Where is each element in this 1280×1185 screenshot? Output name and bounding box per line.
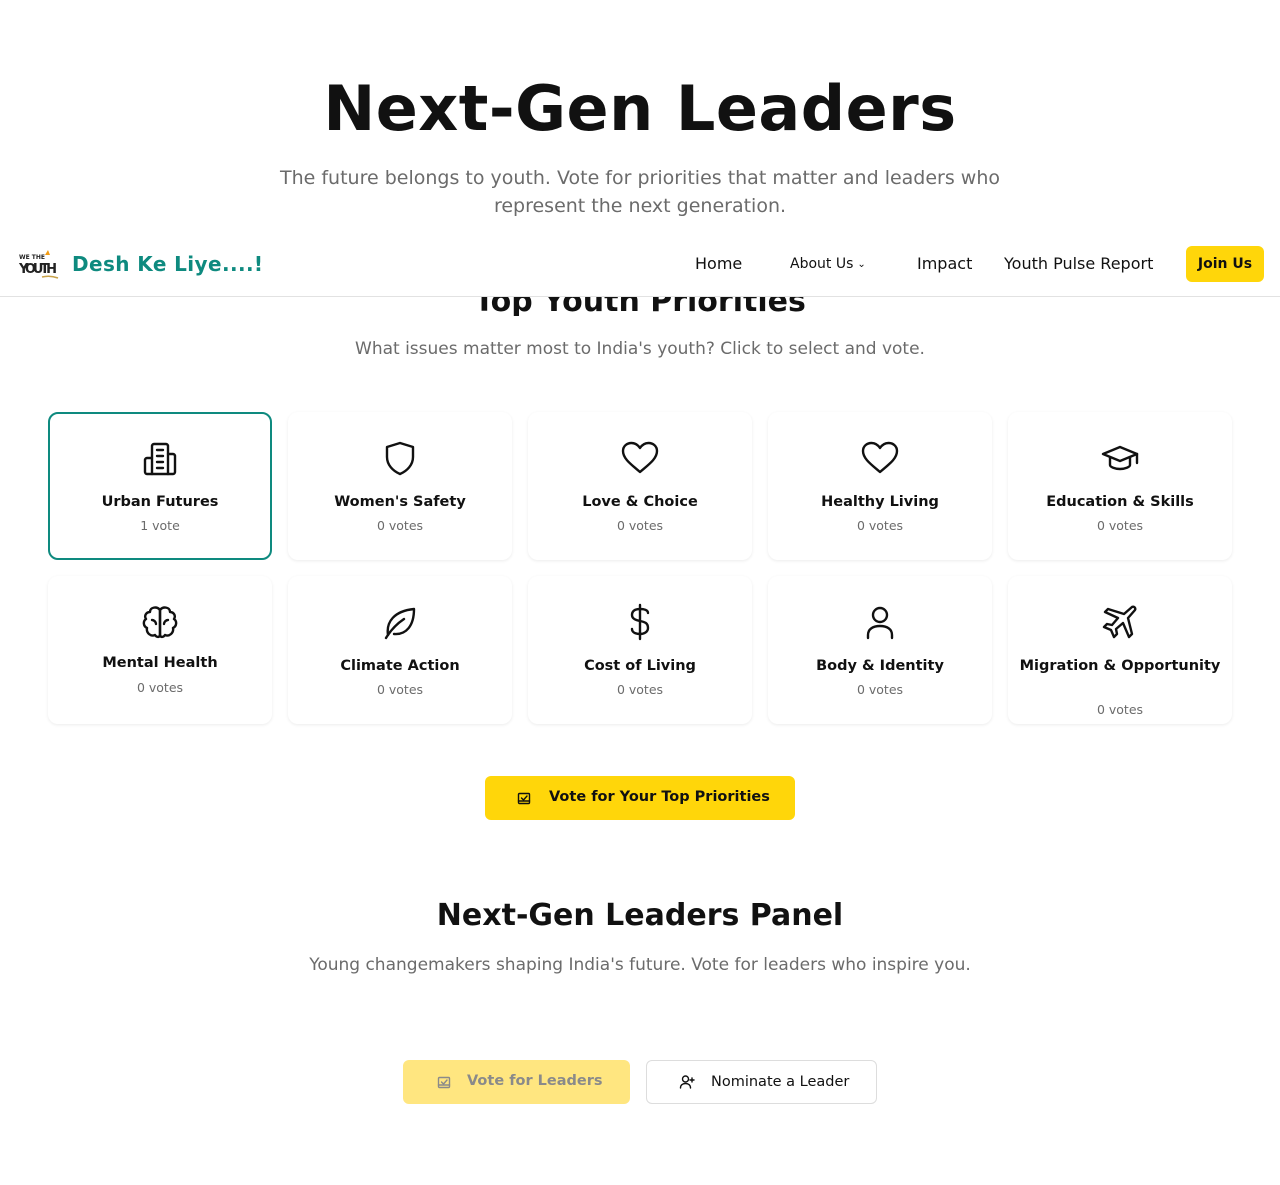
priority-votes: 0 votes [856,518,904,533]
priority-votes: 0 votes [376,518,424,533]
priority-card-cost-of-living[interactable]: Cost of Living 0 votes [528,576,752,724]
vote-priorities-button[interactable]: Vote for Your Top Priorities [485,776,795,820]
priority-votes: 0 votes [136,680,184,695]
nav-youth-pulse-report[interactable]: Youth Pulse Report [1004,254,1153,273]
dollar-icon [630,603,650,641]
priority-label: Body & Identity [816,658,944,674]
vote-leaders-button[interactable]: Vote for Leaders [403,1060,630,1104]
priority-votes: 1 vote [140,518,180,533]
priority-votes: 0 votes [376,682,424,697]
nav-about-us[interactable]: About Us ⌄ [790,256,866,272]
priority-label: Cost of Living [584,658,696,674]
vote-box-icon [437,1076,451,1089]
priority-card-climate-action[interactable]: Climate Action 0 votes [288,576,512,724]
priority-card-education-skills[interactable]: Education & Skills 0 votes [1008,412,1232,560]
priorities-subtitle: What issues matter most to India's youth… [355,339,925,359]
priority-label: Education & Skills [1046,494,1194,510]
vote-box-icon [517,792,531,805]
plane-icon [1102,605,1137,639]
priority-card-healthy-living[interactable]: Healthy Living 0 votes [768,412,992,560]
priority-card-urban-futures[interactable]: Urban Futures 1 vote [48,412,272,560]
priority-votes: 0 votes [1096,518,1144,533]
nav-home[interactable]: Home [695,254,742,273]
leaders-subtitle: Young changemakers shaping India's futur… [309,955,971,975]
priority-card-love-choice[interactable]: Love & Choice 0 votes [528,412,752,560]
brain-icon [142,606,178,639]
brand-name[interactable]: Desh Ke Liye....! [72,252,263,276]
priority-label: Urban Futures [101,494,219,510]
chevron-down-icon: ⌄ [857,259,866,270]
shield-icon [385,441,415,476]
priority-card-mental-health[interactable]: Mental Health 0 votes [48,576,272,724]
hero-subtitle: The future belongs to youth. Vote for pr… [279,167,1001,217]
nav-about-us-label: About Us [790,256,854,272]
svg-text:WE THE: WE THE [19,254,45,261]
priority-label: Climate Action [340,658,460,674]
priority-votes: 0 votes [856,682,904,697]
building-icon [143,442,177,476]
graduation-cap-icon [1101,445,1139,471]
priority-card-body-identity[interactable]: Body & Identity 0 votes [768,576,992,724]
svg-text:YOUTH: YOUTH [18,262,57,277]
priority-label: Love & Choice [582,494,698,510]
user-plus-icon [679,1075,695,1089]
page-title: Next-Gen Leaders [323,72,957,145]
priority-votes: 0 votes [616,518,664,533]
priority-votes: 0 votes [1096,702,1144,717]
navbar: WE THE YOUTH Desh Ke Liye....! Home Abou… [0,232,1280,297]
priority-label: Migration & Opportunity [1019,658,1221,674]
leaf-icon [384,607,416,640]
priority-card-migration-opportunity[interactable]: Migration & Opportunity 0 votes [1008,576,1232,724]
priority-label: Healthy Living [821,494,939,510]
nav-impact[interactable]: Impact [917,254,972,273]
priority-label: Women's Safety [334,494,466,510]
priority-card-womens-safety[interactable]: Women's Safety 0 votes [288,412,512,560]
we-the-youth-logo[interactable]: WE THE YOUTH [18,249,62,281]
join-us-button[interactable]: Join Us [1186,246,1264,282]
priority-votes: 0 votes [616,682,664,697]
leaders-title: Next-Gen Leaders Panel [436,898,844,933]
heart-icon [861,441,899,474]
user-icon [866,606,894,640]
vote-priorities-label: Vote for Your Top Priorities [549,789,770,805]
priority-label: Mental Health [102,655,218,671]
vote-leaders-label: Vote for Leaders [467,1073,603,1089]
nominate-leader-label: Nominate a Leader [711,1074,850,1090]
nominate-leader-button[interactable]: Nominate a Leader [646,1060,877,1104]
heart-icon [621,441,659,474]
